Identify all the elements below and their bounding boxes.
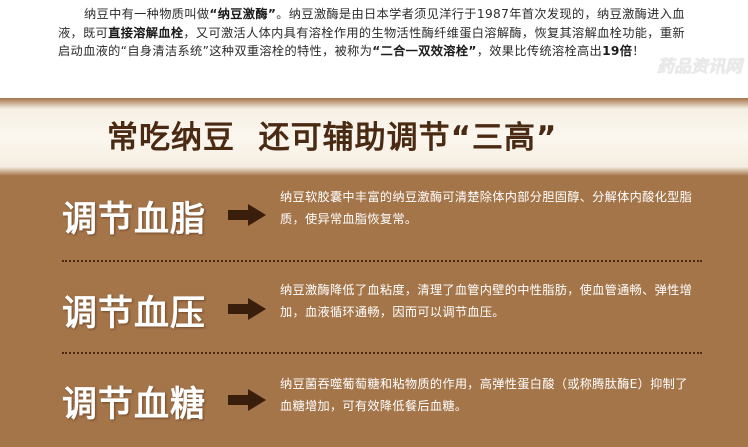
row-label: 调节血脂: [62, 200, 207, 240]
intro-text-1: 纳豆中有一种物质叫做: [84, 7, 210, 21]
intro-highlight-19x: 19倍: [602, 44, 633, 58]
intro-highlight-dual: “二合一双效溶栓”: [372, 44, 477, 58]
row-description: 纳豆菌吞噬葡萄糖和粘物质的作用，高弹性蛋白酸（或称腾肽酶E）抑制了血糖增加，可有…: [280, 377, 688, 413]
row-label: 调节血糖: [62, 385, 207, 425]
watermark-logo: 药品资讯网: [657, 57, 742, 77]
intro-highlight-nattokinase: “纳豆激酶”: [209, 7, 277, 21]
panel-header-band: 常吃纳豆 还可辅助调节“三高”: [0, 98, 748, 176]
row-label: 调节血压: [62, 294, 207, 334]
row-description: 纳豆软胶囊中丰富的纳豆激酶可清楚除体内部分胆固醇、分解体内酸化型脂质，使异常血脂…: [280, 190, 693, 226]
intro-highlight-dissolve: 直接溶解血栓: [108, 25, 184, 40]
dotted-divider: [62, 352, 702, 354]
intro-paragraph: 纳豆中有一种物质叫做“纳豆激酶”。纳豆激酶是由日本学者须见洋行于1987年首次发…: [58, 5, 692, 61]
arrow-right-icon: [228, 204, 266, 226]
three-highs-panel: 常吃纳豆 还可辅助调节“三高” 调节血脂 纳豆软胶囊中丰富的纳豆激酶可清楚除体内…: [0, 98, 748, 447]
arrow-right-icon: [228, 389, 266, 411]
intro-text-4: ，效果比传统溶栓高出: [476, 44, 603, 58]
arrow-right-icon: [228, 298, 266, 320]
intro-text-5: ！: [632, 44, 645, 58]
dotted-divider: [62, 260, 702, 262]
panel-title: 常吃纳豆 还可辅助调节“三高”: [107, 120, 558, 156]
intro-section: 纳豆中有一种物质叫做“纳豆激酶”。纳豆激酶是由日本学者须见洋行于1987年首次发…: [0, 0, 748, 98]
row-description: 纳豆激酶降低了血粘度，清理了血管内壁的中性脂肪，使血管通畅、弹性增加，血液循环通…: [280, 283, 693, 319]
